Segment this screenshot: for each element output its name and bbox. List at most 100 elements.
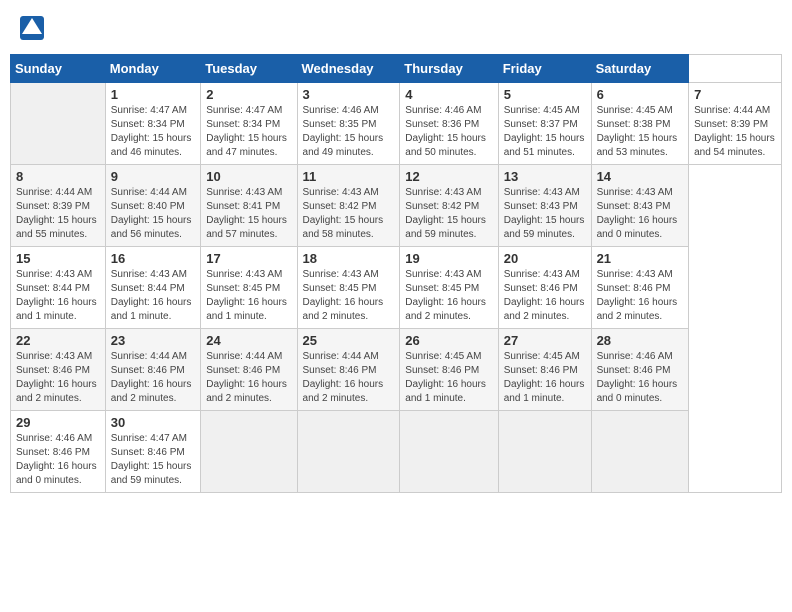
day-number: 30 [111, 415, 195, 430]
day-number: 2 [206, 87, 291, 102]
calendar-cell [297, 411, 400, 493]
day-number: 6 [597, 87, 684, 102]
day-info: Sunrise: 4:43 AMSunset: 8:41 PMDaylight:… [206, 186, 291, 242]
day-number: 9 [111, 169, 195, 184]
day-info: Sunrise: 4:47 AMSunset: 8:46 PMDaylight:… [111, 432, 195, 488]
day-number: 1 [111, 87, 195, 102]
calendar-cell: 23 Sunrise: 4:44 AMSunset: 8:46 PMDayligh… [105, 329, 200, 411]
calendar-cell: 10 Sunrise: 4:43 AMSunset: 8:41 PMDayligh… [201, 165, 297, 247]
day-number: 26 [405, 333, 492, 348]
calendar-cell: 1 Sunrise: 4:47 AMSunset: 8:34 PMDaylight… [105, 83, 200, 165]
calendar-cell [591, 411, 689, 493]
calendar-cell: 8Sunrise: 4:44 AMSunset: 8:39 PMDaylight… [11, 165, 106, 247]
day-info: Sunrise: 4:43 AMSunset: 8:45 PMDaylight:… [206, 268, 291, 324]
calendar-cell: 16 Sunrise: 4:43 AMSunset: 8:44 PMDayligh… [105, 247, 200, 329]
week-row-1: 1 Sunrise: 4:47 AMSunset: 8:34 PMDaylight… [11, 83, 782, 165]
day-number: 21 [597, 251, 684, 266]
day-number: 8 [16, 169, 100, 184]
day-info: Sunrise: 4:46 AMSunset: 8:35 PMDaylight:… [303, 104, 395, 160]
header-tuesday: Tuesday [201, 55, 297, 83]
week-row-2: 8Sunrise: 4:44 AMSunset: 8:39 PMDaylight… [11, 165, 782, 247]
day-info: Sunrise: 4:47 AMSunset: 8:34 PMDaylight:… [111, 104, 195, 160]
day-number: 23 [111, 333, 195, 348]
day-info: Sunrise: 4:43 AMSunset: 8:44 PMDaylight:… [111, 268, 195, 324]
day-number: 28 [597, 333, 684, 348]
day-number: 11 [303, 169, 395, 184]
calendar-cell: 4 Sunrise: 4:46 AMSunset: 8:36 PMDaylight… [400, 83, 498, 165]
day-info: Sunrise: 4:46 AMSunset: 8:36 PMDaylight:… [405, 104, 492, 160]
calendar-cell [201, 411, 297, 493]
header-monday: Monday [105, 55, 200, 83]
day-number: 18 [303, 251, 395, 266]
week-row-4: 22 Sunrise: 4:43 AMSunset: 8:46 PMDayligh… [11, 329, 782, 411]
calendar-cell: 7 Sunrise: 4:44 AMSunset: 8:39 PMDaylight… [689, 83, 782, 165]
calendar-cell: 13Sunrise: 4:43 AMSunset: 8:43 PMDayligh… [498, 165, 591, 247]
calendar-cell: 19Sunrise: 4:43 AMSunset: 8:45 PMDayligh… [400, 247, 498, 329]
calendar-cell: 30 Sunrise: 4:47 AMSunset: 8:46 PMDayligh… [105, 411, 200, 493]
day-number: 4 [405, 87, 492, 102]
day-info: Sunrise: 4:43 AMSunset: 8:44 PMDaylight:… [16, 268, 100, 324]
day-info: Sunrise: 4:46 AMSunset: 8:46 PMDaylight:… [597, 350, 684, 406]
calendar: SundayMondayTuesdayWednesdayThursdayFrid… [10, 54, 782, 493]
day-number: 16 [111, 251, 195, 266]
day-info: Sunrise: 4:47 AMSunset: 8:34 PMDaylight:… [206, 104, 291, 160]
day-info: Sunrise: 4:44 AMSunset: 8:39 PMDaylight:… [694, 104, 776, 160]
day-number: 29 [16, 415, 100, 430]
day-number: 19 [405, 251, 492, 266]
day-number: 17 [206, 251, 291, 266]
day-info: Sunrise: 4:43 AMSunset: 8:46 PMDaylight:… [16, 350, 100, 406]
day-number: 14 [597, 169, 684, 184]
day-number: 10 [206, 169, 291, 184]
day-number: 7 [694, 87, 776, 102]
calendar-cell: 9 Sunrise: 4:44 AMSunset: 8:40 PMDaylight… [105, 165, 200, 247]
calendar-cell: 27 Sunrise: 4:45 AMSunset: 8:46 PMDayligh… [498, 329, 591, 411]
calendar-cell [498, 411, 591, 493]
day-info: Sunrise: 4:43 AMSunset: 8:46 PMDaylight:… [597, 268, 684, 324]
calendar-cell: 20 Sunrise: 4:43 AMSunset: 8:46 PMDayligh… [498, 247, 591, 329]
day-number: 12 [405, 169, 492, 184]
calendar-cell: 26 Sunrise: 4:45 AMSunset: 8:46 PMDayligh… [400, 329, 498, 411]
calendar-cell: 18Sunrise: 4:43 AMSunset: 8:45 PMDayligh… [297, 247, 400, 329]
calendar-cell: 11Sunrise: 4:43 AMSunset: 8:42 PMDayligh… [297, 165, 400, 247]
calendar-cell: 21 Sunrise: 4:43 AMSunset: 8:46 PMDayligh… [591, 247, 689, 329]
logo [18, 14, 50, 42]
calendar-cell: 5 Sunrise: 4:45 AMSunset: 8:37 PMDaylight… [498, 83, 591, 165]
day-info: Sunrise: 4:45 AMSunset: 8:46 PMDaylight:… [405, 350, 492, 406]
logo-icon [18, 14, 46, 42]
header-sunday: Sunday [11, 55, 106, 83]
day-info: Sunrise: 4:44 AMSunset: 8:46 PMDaylight:… [111, 350, 195, 406]
day-info: Sunrise: 4:45 AMSunset: 8:46 PMDaylight:… [504, 350, 586, 406]
day-info: Sunrise: 4:44 AMSunset: 8:40 PMDaylight:… [111, 186, 195, 242]
day-number: 20 [504, 251, 586, 266]
calendar-header-row: SundayMondayTuesdayWednesdayThursdayFrid… [11, 55, 782, 83]
day-number: 5 [504, 87, 586, 102]
week-row-5: 29Sunrise: 4:46 AMSunset: 8:46 PMDayligh… [11, 411, 782, 493]
calendar-cell [400, 411, 498, 493]
week-row-3: 15 Sunrise: 4:43 AMSunset: 8:44 PMDayligh… [11, 247, 782, 329]
calendar-cell: 17 Sunrise: 4:43 AMSunset: 8:45 PMDayligh… [201, 247, 297, 329]
header-friday: Friday [498, 55, 591, 83]
day-info: Sunrise: 4:43 AMSunset: 8:46 PMDaylight:… [504, 268, 586, 324]
day-info: Sunrise: 4:45 AMSunset: 8:38 PMDaylight:… [597, 104, 684, 160]
calendar-cell: 3 Sunrise: 4:46 AMSunset: 8:35 PMDaylight… [297, 83, 400, 165]
day-info: Sunrise: 4:44 AMSunset: 8:46 PMDaylight:… [206, 350, 291, 406]
calendar-cell: 14Sunrise: 4:43 AMSunset: 8:43 PMDayligh… [591, 165, 689, 247]
header-thursday: Thursday [400, 55, 498, 83]
day-number: 25 [303, 333, 395, 348]
day-number: 27 [504, 333, 586, 348]
day-number: 15 [16, 251, 100, 266]
day-info: Sunrise: 4:44 AMSunset: 8:46 PMDaylight:… [303, 350, 395, 406]
calendar-cell: 22 Sunrise: 4:43 AMSunset: 8:46 PMDayligh… [11, 329, 106, 411]
day-number: 22 [16, 333, 100, 348]
calendar-cell: 24Sunrise: 4:44 AMSunset: 8:46 PMDayligh… [201, 329, 297, 411]
calendar-cell: 15 Sunrise: 4:43 AMSunset: 8:44 PMDayligh… [11, 247, 106, 329]
day-number: 3 [303, 87, 395, 102]
day-info: Sunrise: 4:43 AMSunset: 8:43 PMDaylight:… [504, 186, 586, 242]
calendar-cell [11, 83, 106, 165]
header [10, 10, 782, 46]
calendar-cell: 12Sunrise: 4:43 AMSunset: 8:42 PMDayligh… [400, 165, 498, 247]
calendar-cell: 6 Sunrise: 4:45 AMSunset: 8:38 PMDaylight… [591, 83, 689, 165]
calendar-cell: 2 Sunrise: 4:47 AMSunset: 8:34 PMDaylight… [201, 83, 297, 165]
calendar-cell: 28 Sunrise: 4:46 AMSunset: 8:46 PMDayligh… [591, 329, 689, 411]
day-info: Sunrise: 4:45 AMSunset: 8:37 PMDaylight:… [504, 104, 586, 160]
